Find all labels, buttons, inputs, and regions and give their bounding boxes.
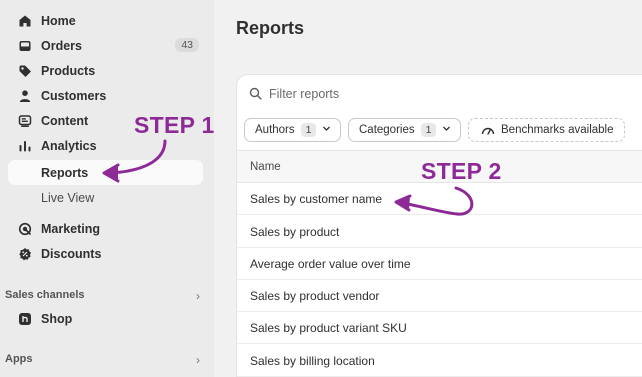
table-row[interactable]: Sales by product variant SKU bbox=[237, 312, 642, 344]
sidebar-item-home[interactable]: Home bbox=[8, 9, 203, 33]
sidebar-item-label: Discounts bbox=[41, 247, 102, 261]
search-icon bbox=[249, 87, 262, 100]
reports-card: Authors 1 Categories 1 Benchmarks availa… bbox=[236, 74, 642, 377]
home-icon bbox=[18, 14, 32, 28]
table-row[interactable]: Sales by billing location bbox=[237, 345, 642, 377]
table-row[interactable]: Sales by product vendor bbox=[237, 280, 642, 312]
sidebar-item-label: Analytics bbox=[41, 139, 97, 153]
person-icon bbox=[18, 89, 32, 103]
tag-icon bbox=[18, 64, 32, 78]
shop-icon bbox=[18, 312, 32, 326]
step-2-annotation: STEP 2 bbox=[421, 158, 502, 184]
sidebar-item-label: Content bbox=[41, 114, 89, 128]
section-label: Apps bbox=[5, 353, 33, 365]
sidebar-item-discounts[interactable]: Discounts bbox=[8, 242, 203, 266]
filter-count: 1 bbox=[420, 123, 437, 137]
sidebar-item-label: Customers bbox=[41, 89, 107, 103]
sidebar-item-label: Shop bbox=[41, 312, 73, 326]
filter-label: Categories bbox=[359, 124, 415, 136]
discount-icon bbox=[18, 247, 32, 261]
filter-label: Authors bbox=[255, 124, 295, 136]
gauge-icon bbox=[481, 127, 495, 135]
sidebar-item-marketing[interactable]: Marketing bbox=[8, 217, 203, 241]
sales-channels-header[interactable]: Sales channels › bbox=[5, 289, 200, 303]
sidebar-item-label: Home bbox=[41, 14, 76, 28]
table-row[interactable]: Average order value over time bbox=[237, 248, 642, 280]
chevron-right-icon: › bbox=[196, 353, 200, 367]
sidebar: Home Orders 43 Products Customers Conten… bbox=[0, 0, 214, 377]
sidebar-subitem-live-view[interactable]: Live View bbox=[8, 185, 203, 210]
sidebar-item-label: Orders bbox=[41, 39, 82, 53]
section-label: Sales channels bbox=[5, 289, 85, 301]
inbox-icon bbox=[18, 39, 32, 53]
filter-label: Benchmarks available bbox=[501, 124, 614, 136]
orders-count-badge: 43 bbox=[175, 38, 199, 52]
categories-filter-button[interactable]: Categories 1 bbox=[348, 118, 462, 142]
target-icon bbox=[18, 222, 32, 236]
chevron-down-icon bbox=[442, 124, 451, 136]
filter-count: 1 bbox=[300, 123, 317, 137]
chevron-down-icon bbox=[322, 124, 331, 136]
sidebar-item-orders[interactable]: Orders 43 bbox=[8, 34, 203, 58]
apps-header[interactable]: Apps › bbox=[5, 353, 200, 367]
bar-chart-icon bbox=[18, 139, 32, 153]
step-1-annotation: STEP 1 bbox=[134, 112, 215, 138]
chevron-right-icon: › bbox=[196, 289, 200, 303]
table-row[interactable]: Sales by product bbox=[237, 216, 642, 248]
table-row[interactable]: Sales by customer name bbox=[237, 183, 642, 215]
content-icon bbox=[18, 114, 32, 128]
benchmarks-filter-button[interactable]: Benchmarks available bbox=[468, 118, 625, 142]
sidebar-item-shop[interactable]: Shop bbox=[8, 307, 203, 331]
page-title: Reports bbox=[236, 18, 305, 38]
filter-reports-input[interactable] bbox=[269, 86, 569, 101]
filter-search-row[interactable] bbox=[237, 75, 642, 112]
filter-pills: Authors 1 Categories 1 Benchmarks availa… bbox=[237, 118, 642, 144]
sidebar-item-label: Marketing bbox=[41, 222, 101, 236]
authors-filter-button[interactable]: Authors 1 bbox=[244, 118, 342, 142]
sidebar-item-customers[interactable]: Customers bbox=[8, 84, 203, 108]
sidebar-item-label: Products bbox=[41, 64, 96, 78]
sidebar-item-products[interactable]: Products bbox=[8, 59, 203, 83]
sidebar-subitem-reports[interactable]: Reports bbox=[8, 160, 203, 185]
